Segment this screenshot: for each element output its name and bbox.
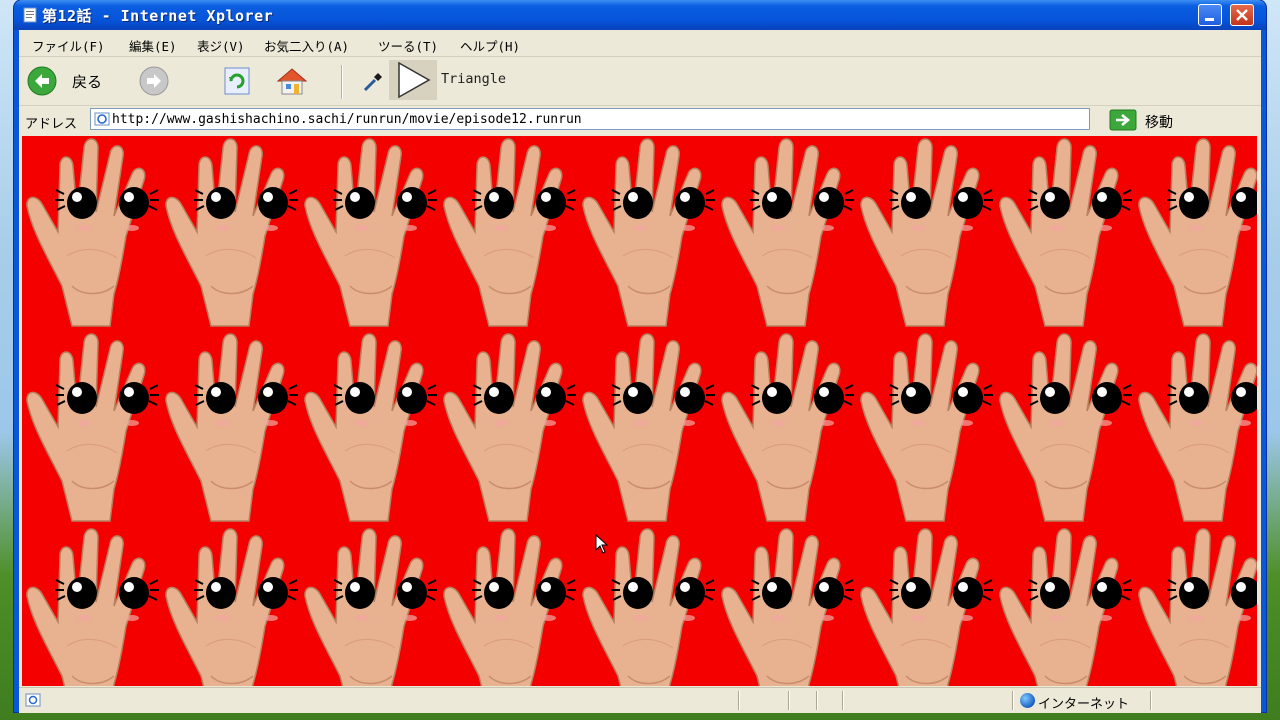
- hand-with-eyes-image: [161, 331, 300, 526]
- hand-with-eyes-image: [995, 331, 1134, 526]
- toolbar-separator: [341, 65, 343, 99]
- menu-view[interactable]: 表ジ(V): [197, 36, 245, 55]
- hand-with-eyes-image: [717, 136, 856, 331]
- menu-edit[interactable]: 編集(E): [129, 36, 177, 55]
- page-icon: [23, 7, 37, 23]
- hand-with-eyes-image: [717, 331, 856, 526]
- hand-with-eyes-image: [161, 136, 300, 331]
- hand-with-eyes-image: [1134, 136, 1257, 331]
- hand-with-eyes-image: [439, 136, 578, 331]
- hand-with-eyes-image: [22, 331, 161, 526]
- status-divider: [1150, 691, 1152, 710]
- hand-with-eyes-image: [22, 136, 161, 331]
- hand-pattern: [22, 136, 1257, 686]
- status-divider: [788, 691, 790, 710]
- eyedropper-icon: [363, 73, 382, 92]
- close-button[interactable]: [1230, 4, 1254, 26]
- triangle-play-icon: [398, 61, 431, 99]
- hand-with-eyes-image: [717, 526, 856, 686]
- home-icon: [276, 68, 308, 95]
- minimize-button[interactable]: [1198, 4, 1222, 26]
- menu-bar: ファイル(F) 編集(E) 表ジ(V) お気二入り(A) ツーる(T) ヘルプ(…: [19, 30, 1261, 57]
- back-button[interactable]: 戻る: [27, 57, 107, 105]
- status-bar: インターネット: [19, 687, 1261, 713]
- hand-with-eyes-image: [1134, 331, 1257, 526]
- status-divider: [738, 691, 740, 710]
- forward-arrow-icon: [139, 66, 169, 96]
- home-button[interactable]: [274, 57, 314, 105]
- hand-with-eyes-image: [300, 331, 439, 526]
- address-bar: アドレス http://www.gashishachino.sachi/runr…: [19, 106, 1261, 134]
- window-title: 第12話 - Internet Xplorer: [42, 7, 274, 25]
- menu-tools[interactable]: ツーる(T): [378, 36, 438, 55]
- hand-with-eyes-image: [439, 526, 578, 686]
- go-arrow-icon[interactable]: [1109, 109, 1137, 131]
- address-input[interactable]: http://www.gashishachino.sachi/runrun/mo…: [90, 108, 1090, 130]
- hand-with-eyes-image: [995, 526, 1134, 686]
- status-page-icon: [25, 693, 41, 707]
- hand-with-eyes-image: [856, 331, 995, 526]
- triangle-tool-button[interactable]: [389, 60, 437, 100]
- hand-with-eyes-image: [578, 331, 717, 526]
- browser-window: 第12話 - Internet Xplorer ファイル(F) 編集(E) 表ジ…: [14, 0, 1266, 713]
- mouse-cursor-icon: [595, 534, 609, 554]
- hand-with-eyes-image: [1134, 526, 1257, 686]
- address-label: アドレス: [25, 117, 78, 132]
- eyedropper-button[interactable]: [361, 57, 385, 105]
- hand-with-eyes-image: [161, 526, 300, 686]
- menu-file[interactable]: ファイル(F): [32, 36, 105, 55]
- address-url: http://www.gashishachino.sachi/runrun/mo…: [112, 112, 582, 127]
- hand-with-eyes-image: [856, 136, 995, 331]
- go-button[interactable]: 移動: [1145, 112, 1173, 132]
- hand-with-eyes-image: [22, 526, 161, 686]
- status-divider: [842, 691, 844, 710]
- back-label: 戻る: [72, 73, 103, 91]
- page-content: [22, 136, 1257, 686]
- menu-help[interactable]: ヘルプ(H): [460, 36, 520, 55]
- hand-with-eyes-image: [300, 136, 439, 331]
- toolbar: 戻る Triangle: [19, 57, 1261, 106]
- refresh-icon: [224, 67, 250, 95]
- security-zone: インターネット: [1038, 697, 1130, 712]
- hand-with-eyes-image: [995, 136, 1134, 331]
- ie-page-icon: [94, 112, 110, 126]
- refresh-button[interactable]: [222, 57, 258, 105]
- browser-client: ファイル(F) 編集(E) 表ジ(V) お気二入り(A) ツーる(T) ヘルプ(…: [19, 30, 1261, 713]
- forward-button[interactable]: [139, 57, 175, 105]
- hand-with-eyes-image: [439, 331, 578, 526]
- title-bar[interactable]: 第12話 - Internet Xplorer: [14, 0, 1266, 30]
- menu-favorites[interactable]: お気二入り(A): [264, 36, 349, 55]
- globe-icon: [1020, 693, 1035, 708]
- triangle-label: Triangle: [441, 71, 507, 87]
- hand-with-eyes-image: [578, 136, 717, 331]
- status-divider: [816, 691, 818, 710]
- hand-with-eyes-image: [300, 526, 439, 686]
- close-icon: [1236, 9, 1248, 21]
- hand-with-eyes-image: [856, 526, 995, 686]
- back-arrow-icon: [27, 66, 57, 96]
- status-divider: [1012, 691, 1014, 710]
